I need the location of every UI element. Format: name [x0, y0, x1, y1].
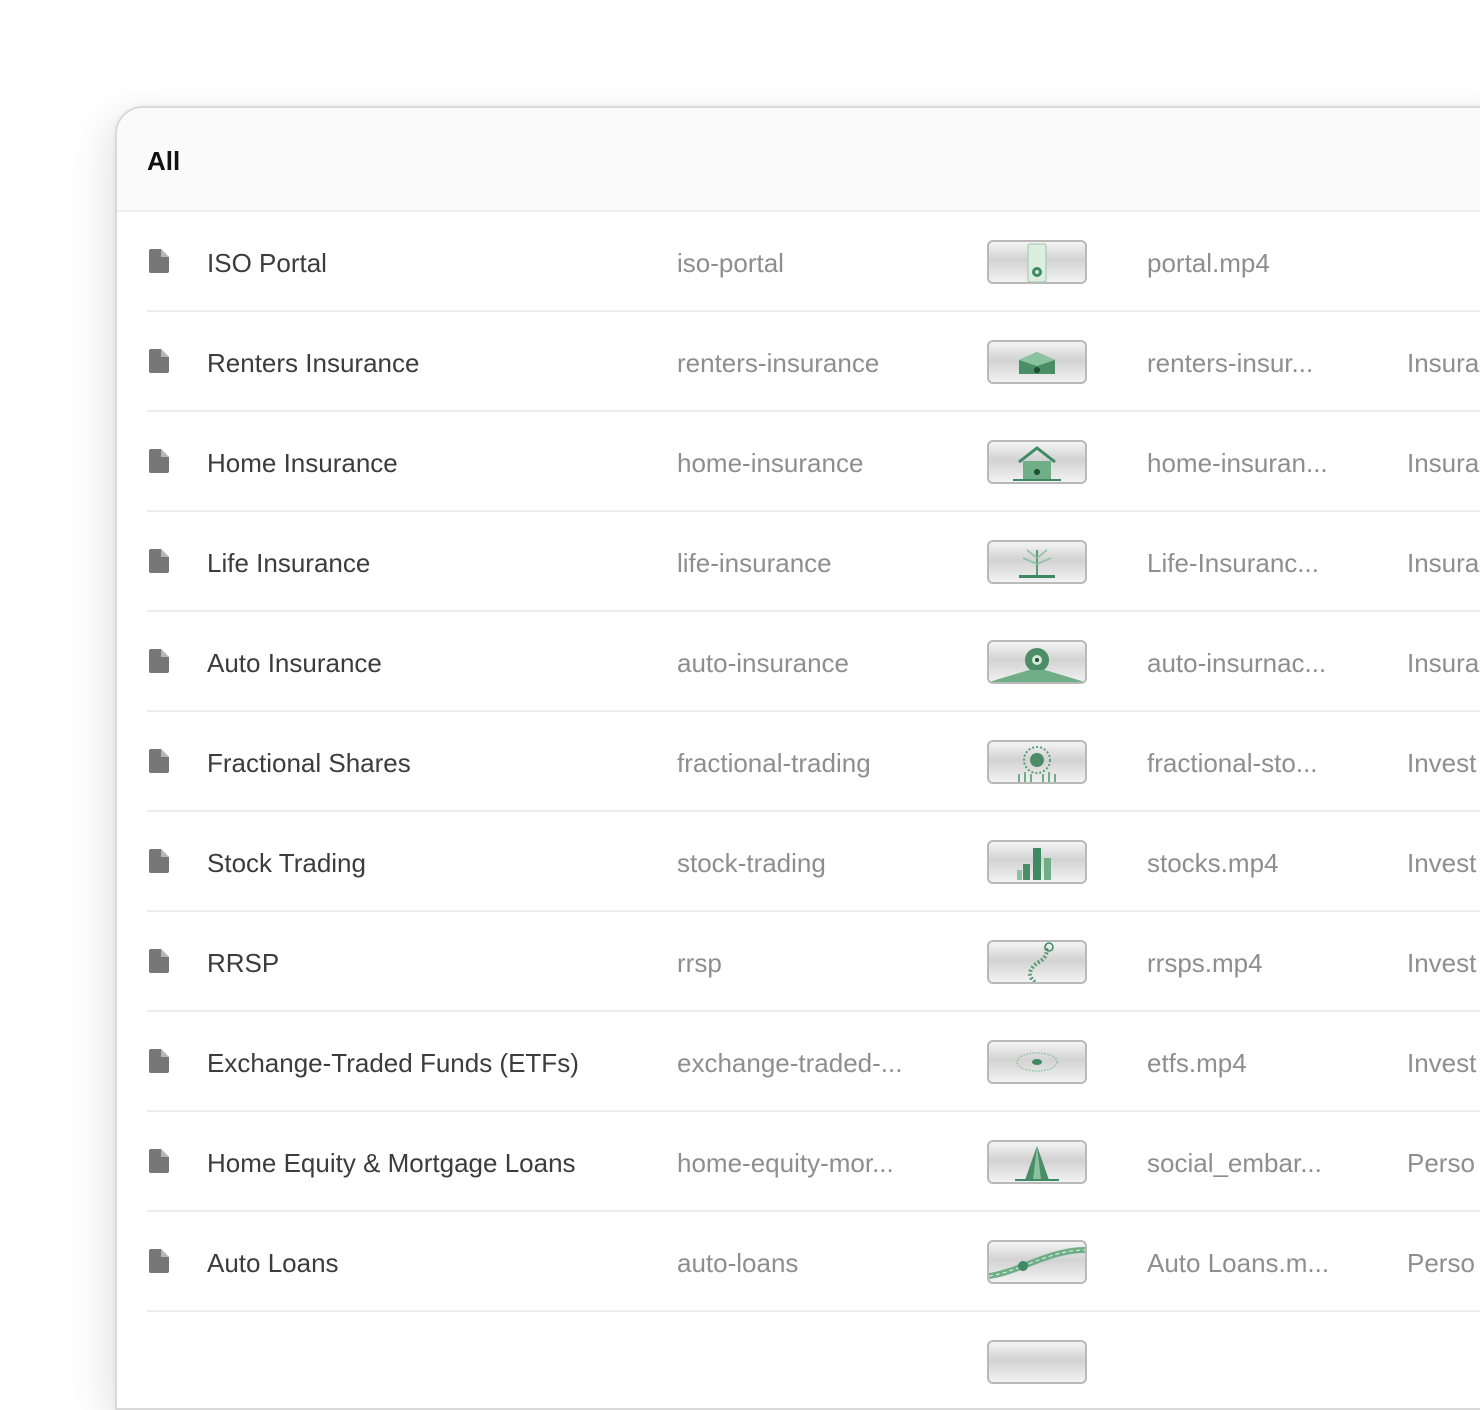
item-slug: rrsp [677, 948, 722, 978]
item-file: renters-insur... [1147, 348, 1314, 378]
item-slug: renters-insurance [677, 348, 880, 378]
item-file: portal.mp4 [1147, 248, 1270, 278]
road-thumbnail-icon[interactable] [987, 1240, 1087, 1284]
list-header: All [117, 108, 1480, 212]
item-file: rrsps.mp4 [1147, 948, 1263, 978]
bars-thumbnail-icon[interactable] [987, 840, 1087, 884]
item-file: fractional-sto... [1147, 748, 1318, 778]
item-file: auto-insurnac... [1147, 648, 1327, 678]
document-icon [149, 649, 169, 673]
item-category: Insura [1407, 648, 1480, 678]
item-category: Perso [1407, 1248, 1475, 1278]
tower-thumbnail-icon[interactable] [987, 1140, 1087, 1184]
document-icon [149, 549, 169, 573]
item-file: home-insuran... [1147, 448, 1328, 478]
document-icon [149, 1049, 169, 1073]
list-item[interactable]: Auto Loans auto-loans Auto Loans.m... Pe… [147, 1212, 1480, 1312]
item-list: ISO Portal iso-portal portal.mp4 Renters… [117, 212, 1480, 1408]
list-item[interactable]: ISO Portal iso-portal portal.mp4 [147, 212, 1480, 312]
item-name: Home Insurance [207, 448, 398, 478]
item-category: Invest [1407, 948, 1477, 978]
list-item[interactable]: Stock Trading stock-trading stocks.mp4 I… [147, 812, 1480, 912]
item-name: RRSP [207, 948, 280, 978]
list-item[interactable]: Fractional Shares fractional-trading fra… [147, 712, 1480, 812]
list-item[interactable]: Home Insurance home-insurance home-insur… [147, 412, 1480, 512]
item-file: social_embar... [1147, 1148, 1322, 1178]
list-item[interactable]: Renters Insurance renters-insurance rent… [147, 312, 1480, 412]
header-title: All [147, 146, 181, 176]
list-item[interactable]: RRSP rrsp rrsps.mp4 Invest [147, 912, 1480, 1012]
item-slug: stock-trading [677, 848, 826, 878]
wheel-thumbnail-icon[interactable] [987, 640, 1087, 684]
item-name: Fractional Shares [207, 748, 411, 778]
list-item[interactable]: Life Insurance life-insurance Life-Insur… [147, 512, 1480, 612]
item-name: Home Equity & Mortgage Loans [207, 1148, 576, 1178]
item-slug: home-equity-mor... [677, 1148, 894, 1178]
item-name: Life Insurance [207, 548, 371, 578]
item-slug: exchange-traded-... [677, 1048, 903, 1078]
item-slug: auto-loans [677, 1248, 799, 1278]
tree-thumbnail-icon[interactable] [987, 540, 1087, 584]
item-category: Perso [1407, 1148, 1475, 1178]
item-slug: auto-insurance [677, 648, 849, 678]
item-file: Life-Insuranc... [1147, 548, 1319, 578]
list-item[interactable]: Auto Insurance auto-insurance auto-insur… [147, 612, 1480, 712]
portal-thumbnail-icon[interactable] [987, 240, 1087, 284]
item-file: etfs.mp4 [1147, 1048, 1247, 1078]
item-category: Insura [1407, 448, 1480, 478]
item-slug: home-insurance [677, 448, 864, 478]
list-item[interactable]: Home Equity & Mortgage Loans home-equity… [147, 1112, 1480, 1212]
document-icon [149, 749, 169, 773]
partial-thumbnail-icon[interactable] [987, 1340, 1087, 1384]
item-name: Stock Trading [207, 848, 366, 878]
item-name: Exchange-Traded Funds (ETFs) [207, 1048, 579, 1078]
item-category: Invest [1407, 1048, 1477, 1078]
box-thumbnail-icon[interactable] [987, 340, 1087, 384]
item-name: Auto Insurance [207, 648, 382, 678]
item-slug: life-insurance [677, 548, 832, 578]
list-item[interactable] [147, 1312, 1480, 1408]
item-category: Invest [1407, 748, 1477, 778]
item-category: Insura [1407, 348, 1480, 378]
item-name: ISO Portal [207, 248, 327, 278]
stairs-thumbnail-icon[interactable] [987, 940, 1087, 984]
document-icon [149, 249, 169, 273]
item-file: Auto Loans.m... [1147, 1248, 1330, 1278]
document-icon [149, 949, 169, 973]
item-slug: fractional-trading [677, 748, 871, 778]
house-thumbnail-icon[interactable] [987, 440, 1087, 484]
item-category: Invest [1407, 848, 1477, 878]
item-name: Renters Insurance [207, 348, 420, 378]
document-icon [149, 1149, 169, 1173]
document-icon [149, 1249, 169, 1273]
item-file: stocks.mp4 [1147, 848, 1279, 878]
list-item[interactable]: Exchange-Traded Funds (ETFs) exchange-tr… [147, 1012, 1480, 1112]
document-icon [149, 849, 169, 873]
content-window: All ISO Portal iso-portal portal.mp4 Ren… [115, 106, 1480, 1410]
disc-thumbnail-icon[interactable] [987, 1040, 1087, 1084]
item-slug: iso-portal [677, 248, 784, 278]
item-name: Auto Loans [207, 1248, 339, 1278]
document-icon [149, 449, 169, 473]
document-icon [149, 349, 169, 373]
item-category: Insura [1407, 548, 1480, 578]
pie-thumbnail-icon[interactable] [987, 740, 1087, 784]
